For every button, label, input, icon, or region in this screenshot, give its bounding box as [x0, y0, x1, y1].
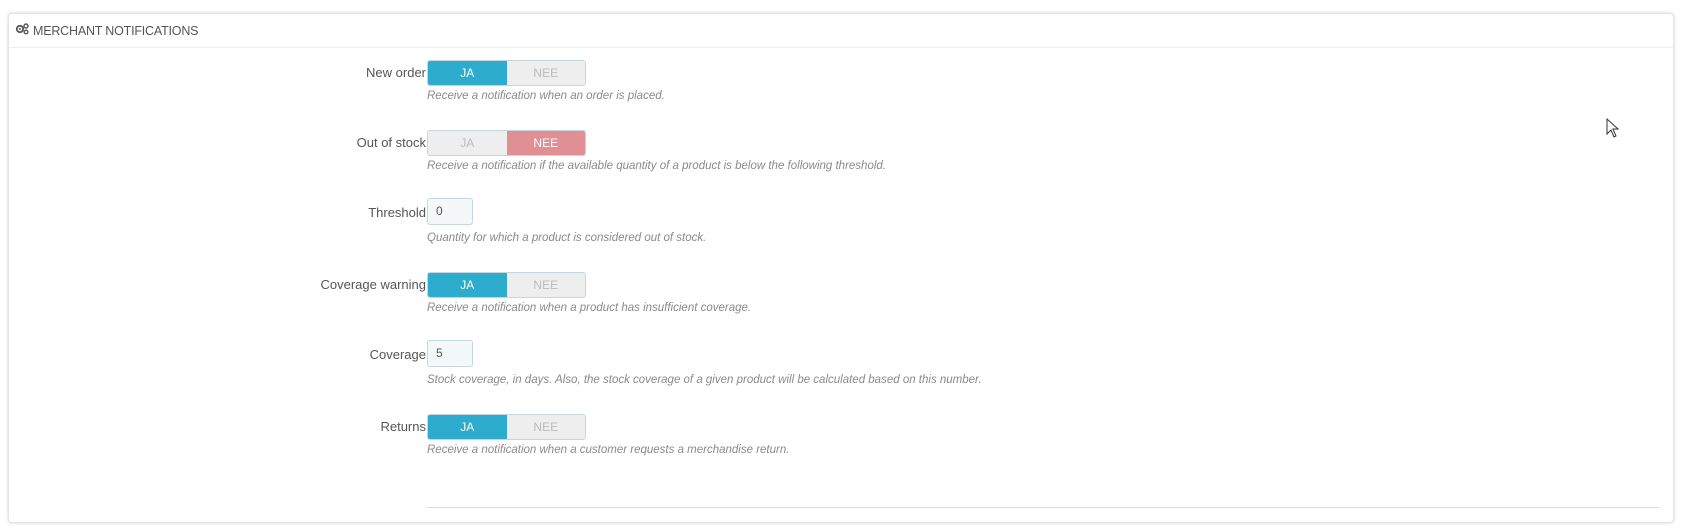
out-of-stock-no-option[interactable]: NEE: [506, 131, 585, 155]
threshold-input[interactable]: 0: [427, 198, 473, 225]
coverage-warning-help: Receive a notification when a product ha…: [427, 302, 752, 314]
new-order-yes-option[interactable]: JA: [428, 61, 507, 85]
out-of-stock-help: Receive a notification if the available …: [427, 160, 886, 172]
out-of-stock-yes-option[interactable]: JA: [428, 131, 507, 155]
coverage-help: Stock coverage, in days. Also, the stock…: [427, 374, 982, 386]
returns-no-option[interactable]: NEE: [506, 415, 585, 439]
new-order-switch[interactable]: JA NEE: [427, 60, 586, 86]
mouse-cursor-icon: [1606, 117, 1620, 143]
new-order-label: New order: [366, 65, 426, 80]
returns-yes-option[interactable]: JA: [428, 415, 507, 439]
returns-label: Returns: [380, 419, 426, 434]
returns-switch[interactable]: JA NEE: [427, 414, 586, 440]
coverage-input[interactable]: 5: [427, 340, 473, 367]
out-of-stock-switch[interactable]: JA NEE: [427, 130, 586, 156]
merchant-notifications-panel: MERCHANT NOTIFICATIONS: [8, 13, 1674, 523]
panel-heading: MERCHANT NOTIFICATIONS: [9, 14, 1673, 48]
cogs-icon: [15, 23, 33, 38]
returns-help: Receive a notification when a customer r…: [427, 444, 790, 456]
threshold-help: Quantity for which a product is consider…: [427, 232, 707, 244]
coverage-warning-yes-option[interactable]: JA: [428, 273, 507, 297]
coverage-warning-switch[interactable]: JA NEE: [427, 272, 586, 298]
form-divider: [427, 507, 1659, 508]
new-order-help: Receive a notification when an order is …: [427, 90, 665, 102]
new-order-no-option[interactable]: NEE: [506, 61, 585, 85]
threshold-label: Threshold: [368, 205, 426, 220]
coverage-warning-label: Coverage warning: [320, 277, 426, 292]
panel-title: MERCHANT NOTIFICATIONS: [33, 23, 199, 38]
coverage-warning-no-option[interactable]: NEE: [506, 273, 585, 297]
coverage-label: Coverage: [369, 347, 426, 362]
out-of-stock-label: Out of stock: [356, 135, 426, 150]
